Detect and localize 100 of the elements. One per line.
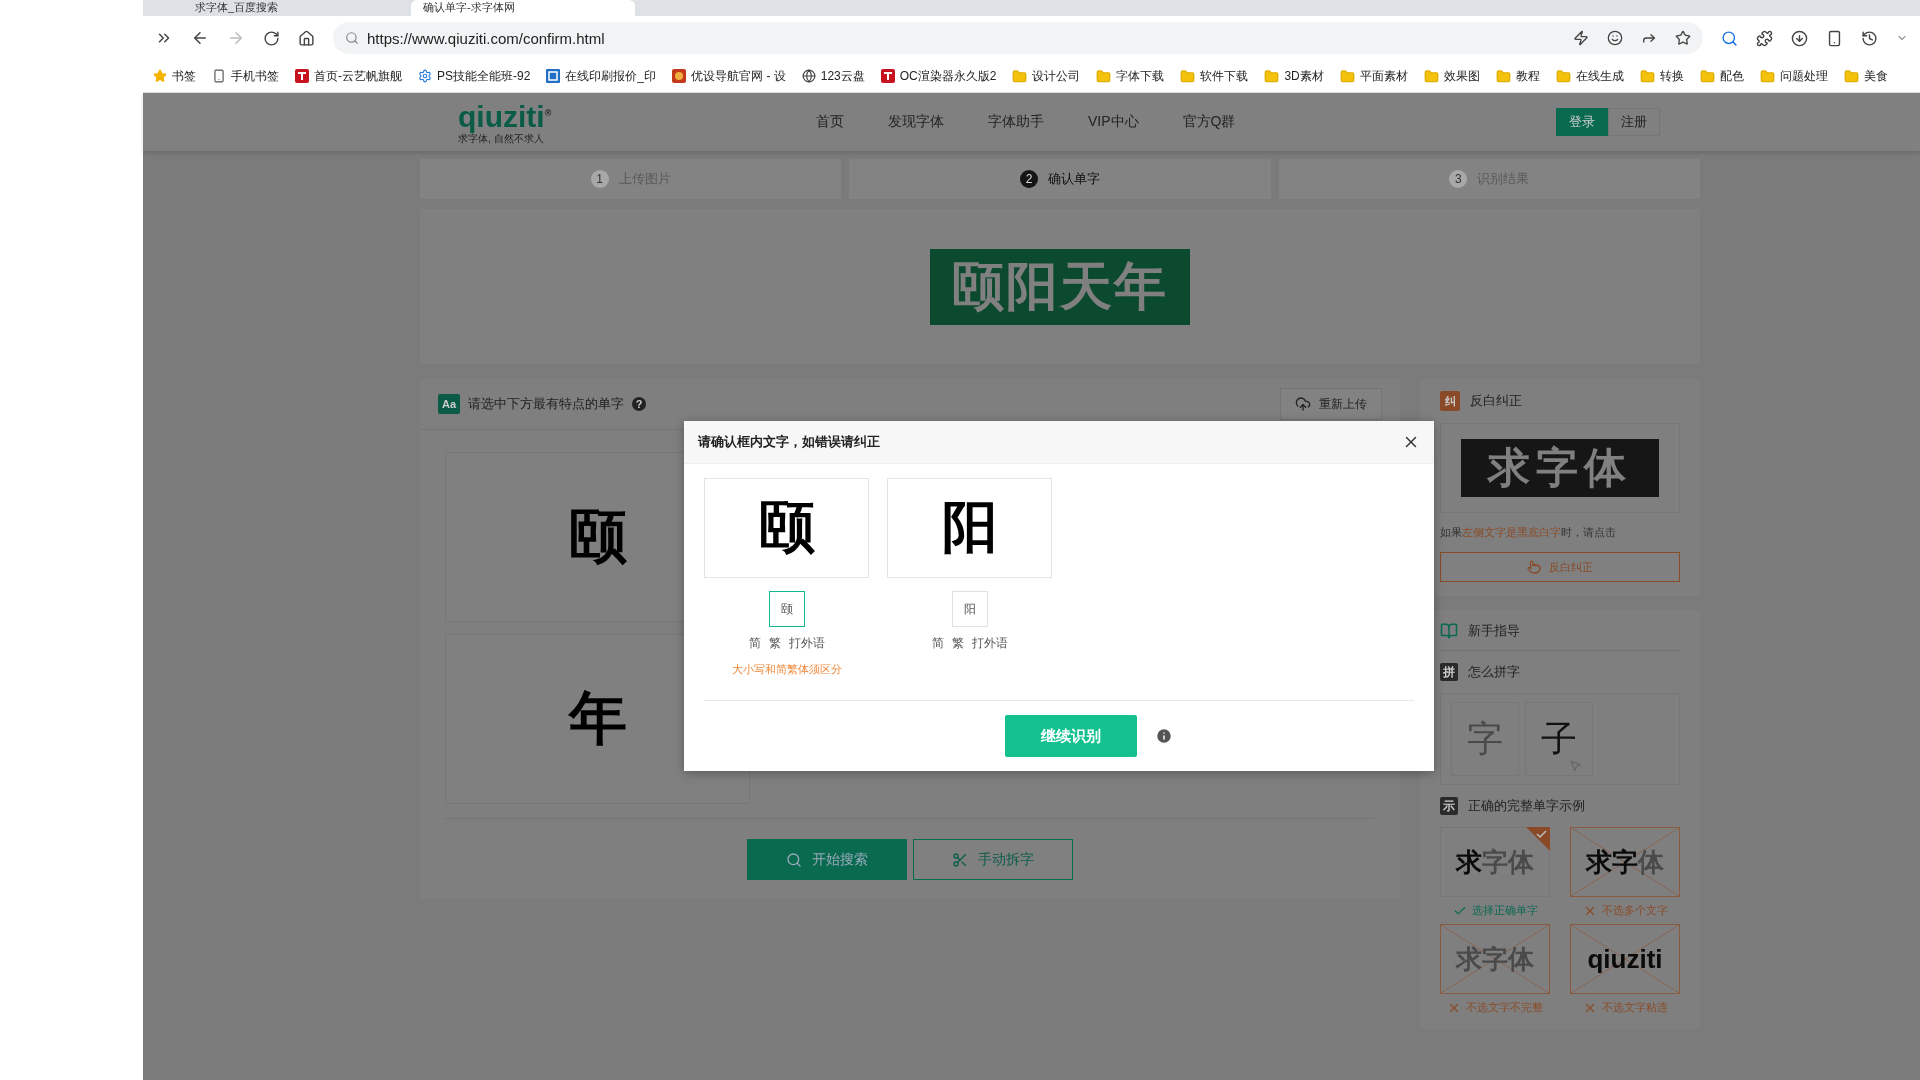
step-number: 3	[1449, 170, 1468, 188]
browser-tab[interactable]: 求字体_百度搜索	[183, 0, 407, 16]
reload-icon[interactable]	[263, 29, 280, 47]
bookmark-link[interactable]: 配色	[1719, 67, 1744, 85]
site-logo-icon	[880, 69, 895, 83]
step-number: 2	[1020, 170, 1038, 188]
register-button[interactable]: 注册	[1608, 108, 1660, 136]
bookmark-link[interactable]: 平面素材	[1359, 67, 1408, 85]
invert-hint: 如果左侧文字是黑底白字时，请点击	[1440, 525, 1617, 540]
check-corner-icon	[1526, 827, 1550, 851]
nav-link[interactable]: 官方Q群	[1182, 113, 1236, 131]
section-badge-icon: 示	[1440, 797, 1458, 815]
folder-icon	[1495, 68, 1511, 84]
nav-link[interactable]: 发现字体	[888, 113, 944, 131]
home-icon[interactable]	[298, 29, 315, 47]
example-caption: 不选多个文字	[1601, 903, 1668, 918]
smile-icon[interactable]	[1607, 30, 1623, 46]
puzzle-icon[interactable]	[1756, 29, 1773, 47]
character-input[interactable]: 阳	[951, 591, 988, 627]
folder-icon	[1180, 68, 1196, 84]
example-caption: 不选文字粘连	[1601, 1000, 1668, 1015]
section-title: 反白纠正	[1470, 392, 1522, 410]
folder-icon	[1339, 68, 1355, 84]
example-tile: 求字体	[1570, 827, 1680, 897]
nav-link[interactable]: VIP中心	[1088, 113, 1139, 131]
section-badge-icon: 拼	[1440, 663, 1458, 681]
glyph-tile: 子	[1525, 702, 1593, 776]
character-input[interactable]: 颐	[768, 591, 805, 627]
input-option-link[interactable]: 打外语	[971, 635, 1008, 652]
hand-icon	[1527, 560, 1541, 574]
bookmark-link[interactable]: 3D素材	[1284, 67, 1324, 85]
login-button[interactable]: 登录	[1556, 108, 1608, 136]
browser-tab[interactable]: 确认单字-求字体网	[411, 0, 635, 16]
back-icon[interactable]	[191, 29, 209, 47]
folder-icon	[1012, 68, 1028, 84]
example-caption: 选择正确单字	[1471, 903, 1538, 918]
bookmark-link[interactable]: 首页-云艺帆旗舰	[314, 67, 402, 85]
reupload-button[interactable]: 重新上传	[1280, 388, 1382, 420]
phone-icon[interactable]	[1826, 29, 1843, 47]
search-icon	[786, 851, 802, 868]
folder-icon	[1759, 68, 1775, 84]
bookmark-link[interactable]: 设计公司	[1032, 67, 1081, 85]
step-number: 1	[590, 170, 609, 188]
bookmark-link[interactable]: 效果图	[1443, 67, 1480, 85]
font-badge-icon: Aa	[438, 394, 460, 414]
example-caption: 不选文字不完整	[1466, 1000, 1543, 1015]
bookmark-link[interactable]: 优设导航官网 - 设	[691, 67, 786, 85]
bookmark-link[interactable]: 问题处理	[1779, 67, 1828, 85]
site-logo-icon	[295, 69, 309, 83]
help-icon[interactable]: ?	[632, 397, 646, 411]
phone-icon	[212, 69, 226, 83]
bookmark-link[interactable]: 转换	[1659, 67, 1684, 85]
dialog-title: 请确认框内文字，如错误请纠正	[698, 433, 880, 451]
logo-slogan: 求字体, 自然不求人	[458, 133, 545, 146]
address-bar[interactable]: https://www.qiuziti.com/confirm.html	[333, 22, 1703, 54]
book-icon	[1440, 622, 1458, 640]
input-option-link[interactable]: 简	[931, 635, 944, 652]
bookmark-link[interactable]: 在线生成	[1575, 67, 1624, 85]
example-tile: qiuziti	[1570, 924, 1680, 994]
cloud-upload-icon	[1295, 396, 1311, 412]
bookmark-link[interactable]: 123云盘	[820, 67, 865, 85]
input-option-link[interactable]: 繁	[768, 635, 781, 652]
input-option-link[interactable]: 打外语	[788, 635, 825, 652]
history-icon[interactable]	[1861, 29, 1878, 47]
section-title[interactable]: 新手指导	[1468, 622, 1520, 640]
bookmark-link[interactable]: 在线印刷报价_印	[565, 67, 657, 85]
input-option-link[interactable]: 繁	[951, 635, 964, 652]
star-icon	[153, 69, 167, 83]
folder-icon	[1843, 68, 1859, 84]
bookmark-link[interactable]: 教程	[1515, 67, 1540, 85]
scissors-icon	[952, 851, 968, 868]
globe-icon	[801, 69, 816, 83]
character-image: 阳	[887, 478, 1052, 578]
input-option-link[interactable]: 简	[748, 635, 761, 652]
star-icon[interactable]	[1675, 30, 1691, 46]
section-title: 怎么拼字	[1468, 663, 1520, 681]
site-logo[interactable]: qiuziti$^{®}$	[458, 98, 748, 132]
bookmark-link[interactable]: 手机书签	[231, 67, 279, 85]
folder-icon	[1096, 68, 1112, 84]
info-icon[interactable]	[1155, 727, 1173, 745]
example-tile: 求字体	[1440, 924, 1550, 994]
lightning-icon[interactable]	[1573, 30, 1589, 46]
bookmark-link[interactable]: 书签	[172, 67, 196, 85]
search-icon[interactable]	[1721, 29, 1738, 47]
search-icon	[345, 31, 359, 45]
bookmark-link[interactable]: 美食	[1863, 67, 1888, 85]
bookmark-link[interactable]: 字体下载	[1116, 67, 1165, 85]
folder-icon	[1699, 68, 1715, 84]
bookmark-link[interactable]: PS技能全能班-92	[437, 67, 531, 85]
folder-icon	[1423, 68, 1439, 84]
panel-title: 请选中下方最有特点的单字	[468, 395, 624, 413]
nav-link[interactable]: 首页	[816, 113, 844, 131]
nav-link[interactable]: 字体助手	[988, 113, 1044, 131]
bookmark-link[interactable]: 软件下载	[1200, 67, 1249, 85]
bookmark-link[interactable]: OC渲染器永久版2	[899, 67, 997, 85]
folder-icon	[1639, 68, 1655, 84]
step-label: 确认单字	[1048, 170, 1100, 188]
folder-icon	[1555, 68, 1571, 84]
url-text: https://www.qiuziti.com/confirm.html	[367, 29, 605, 47]
download-icon[interactable]	[1791, 29, 1808, 47]
